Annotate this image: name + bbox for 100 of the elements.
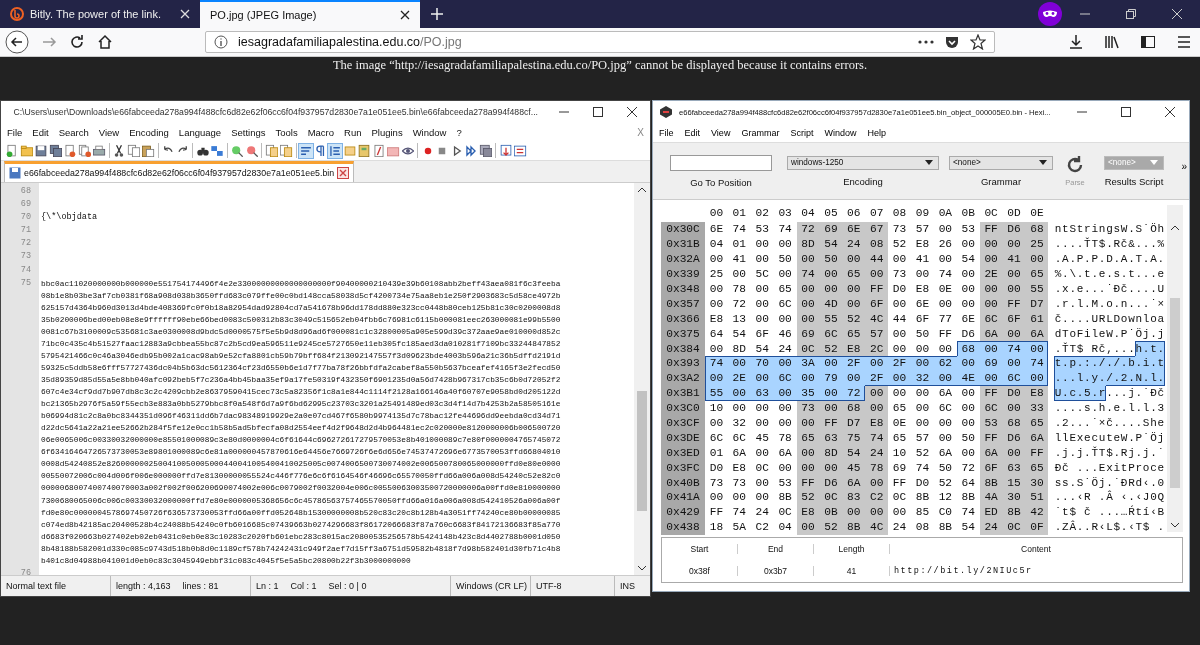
ascii-char[interactable]: \ bbox=[1069, 266, 1077, 282]
ascii-char[interactable]: P bbox=[1076, 251, 1084, 267]
floppies-icon[interactable] bbox=[48, 143, 63, 158]
ascii-char[interactable]: . bbox=[1076, 415, 1084, 431]
go-to-position-field[interactable] bbox=[670, 154, 772, 171]
ascii-char[interactable]: ˙ bbox=[1113, 475, 1121, 491]
ascii-char[interactable]: x bbox=[1105, 460, 1114, 476]
scroll-down-icon[interactable] bbox=[637, 565, 647, 571]
ascii-char[interactable]: u bbox=[1098, 430, 1106, 446]
ascii-char[interactable]: . bbox=[1127, 251, 1136, 267]
hex-byte[interactable]: 00 bbox=[750, 251, 774, 267]
menu-item[interactable]: File bbox=[659, 127, 674, 138]
hex-byte[interactable]: 52 bbox=[819, 341, 843, 356]
hex-byte[interactable]: C2 bbox=[750, 519, 774, 535]
ascii-char[interactable]: j bbox=[1127, 445, 1136, 461]
menu-item[interactable]: Settings bbox=[231, 126, 266, 138]
hex-byte[interactable]: 62 bbox=[933, 356, 957, 371]
hex-byte[interactable]: 00 bbox=[750, 281, 774, 297]
hex-byte[interactable]: 6A bbox=[727, 445, 751, 461]
scroll-up-icon[interactable] bbox=[1170, 225, 1180, 231]
ascii-char[interactable]: . bbox=[1069, 445, 1077, 461]
ascii-char[interactable]: . bbox=[1113, 415, 1121, 431]
hex-byte[interactable]: 6F bbox=[979, 460, 1003, 476]
ascii-char[interactable]: . bbox=[1135, 296, 1143, 312]
ascii-char[interactable]: . bbox=[1091, 266, 1099, 282]
hex-byte[interactable]: D6 bbox=[956, 326, 980, 342]
hex-byte[interactable]: 52 bbox=[842, 311, 866, 327]
hex-byte[interactable]: 00 bbox=[705, 296, 728, 312]
hex-byte[interactable]: 78 bbox=[773, 430, 797, 446]
ascii-char[interactable]: R bbox=[1091, 341, 1099, 356]
hex-byte[interactable]: 63 bbox=[819, 430, 843, 446]
ascii-char[interactable]: . bbox=[1098, 490, 1106, 505]
ascii-char[interactable]: . bbox=[1061, 385, 1070, 401]
menu-item[interactable]: Edit bbox=[32, 126, 49, 138]
menu-item[interactable]: View bbox=[711, 127, 731, 138]
ascii-char[interactable]: č bbox=[1120, 236, 1128, 252]
hex-byte[interactable]: 54 bbox=[750, 341, 774, 356]
hex-byte[interactable]: 74 bbox=[773, 222, 797, 237]
menu-item[interactable]: View bbox=[98, 126, 120, 138]
ascii-char[interactable]: . bbox=[1120, 385, 1128, 401]
hex-byte[interactable]: 68 bbox=[1025, 222, 1049, 237]
ascii-char[interactable]: . bbox=[1127, 490, 1136, 505]
hex-byte[interactable]: D0 bbox=[888, 281, 911, 297]
ascii-char[interactable]: . bbox=[1098, 281, 1106, 297]
hex-byte[interactable]: 00 bbox=[750, 236, 774, 252]
ascii-char[interactable]: . bbox=[1149, 281, 1158, 297]
hex-byte[interactable]: FF bbox=[705, 504, 728, 520]
hex-byte[interactable]: 54 bbox=[956, 519, 980, 535]
ascii-char[interactable]: . bbox=[1149, 445, 1158, 461]
ascii-char[interactable]: Ť bbox=[1061, 341, 1070, 356]
ascii-char[interactable]: w bbox=[1127, 311, 1136, 327]
hex-byte[interactable]: 6A bbox=[842, 475, 866, 491]
hex-byte[interactable]: 00 bbox=[773, 266, 797, 282]
file-tab[interactable]: e66fabceeda278a994f488cfc6d82e62f06cc6f04f937957d2830e7a1e051ee5.bin bbox=[4, 161, 355, 182]
ascii-char[interactable]: . bbox=[1083, 281, 1092, 297]
hex-byte[interactable]: 74 bbox=[933, 266, 957, 282]
more-icon[interactable] bbox=[918, 40, 934, 44]
ascii-char[interactable]: g bbox=[1105, 222, 1114, 237]
hex-byte[interactable]: 4C bbox=[865, 311, 889, 327]
hex-byte[interactable]: 00 bbox=[727, 400, 751, 416]
hex-byte[interactable]: 6C bbox=[727, 430, 751, 446]
ascii-char[interactable]: t bbox=[1076, 222, 1084, 237]
hex-byte[interactable]: 50 bbox=[956, 430, 980, 446]
ascii-char[interactable]: j bbox=[1142, 326, 1150, 342]
hex-byte[interactable]: 00 bbox=[979, 341, 1003, 356]
hex-byte[interactable]: 70 bbox=[750, 356, 774, 371]
ascii-char[interactable]: . bbox=[1091, 356, 1099, 371]
ascii-char[interactable]: . bbox=[1157, 341, 1165, 356]
browser-tab[interactable]: PO.jpg (JPEG Image) bbox=[200, 0, 420, 28]
hex-byte[interactable]: D6 bbox=[1002, 222, 1026, 237]
ascii-char[interactable]: . bbox=[1127, 341, 1136, 356]
hex-byte[interactable]: 00 bbox=[773, 460, 797, 476]
ascii-char[interactable]: . bbox=[1054, 415, 1062, 431]
hex-byte[interactable]: C0 bbox=[933, 504, 957, 520]
ascii-char[interactable]: . bbox=[1098, 370, 1106, 386]
ascii-char[interactable]: L bbox=[1105, 519, 1114, 535]
ascii-char[interactable]: . bbox=[1120, 519, 1128, 535]
ascii-char[interactable]: o bbox=[1105, 296, 1114, 312]
hex-byte[interactable]: 74 bbox=[1002, 341, 1026, 356]
ascii-char[interactable]: D bbox=[1113, 311, 1121, 327]
hex-byte[interactable]: FF bbox=[888, 475, 911, 491]
ascii-char[interactable]: . bbox=[1091, 385, 1099, 401]
ascii-char[interactable]: h bbox=[1157, 222, 1165, 237]
ascii-char[interactable]: . bbox=[1069, 251, 1077, 267]
hex-byte[interactable]: 2C bbox=[865, 341, 889, 356]
ascii-char[interactable]: E bbox=[1069, 430, 1077, 446]
ascii-char[interactable]: S bbox=[1069, 222, 1077, 237]
menu-item[interactable]: Window bbox=[412, 126, 447, 138]
hex-byte[interactable]: 10 bbox=[888, 445, 911, 461]
zoom-in-icon[interactable] bbox=[230, 143, 244, 158]
browser-tab[interactable]: Bitly. The power of the link. bbox=[0, 0, 200, 28]
ascii-char[interactable]: o bbox=[1069, 326, 1077, 342]
hex-byte[interactable]: 74 bbox=[1025, 356, 1049, 371]
ascii-char[interactable]: S bbox=[1076, 475, 1084, 491]
scroll-down-icon[interactable] bbox=[1170, 522, 1180, 528]
hex-byte[interactable]: 00 bbox=[933, 430, 957, 446]
ascii-char[interactable]: J bbox=[1142, 490, 1150, 505]
hex-byte[interactable]: 57 bbox=[865, 326, 889, 342]
ascii-char[interactable]: č bbox=[1054, 311, 1062, 327]
run-icon[interactable] bbox=[498, 143, 513, 158]
